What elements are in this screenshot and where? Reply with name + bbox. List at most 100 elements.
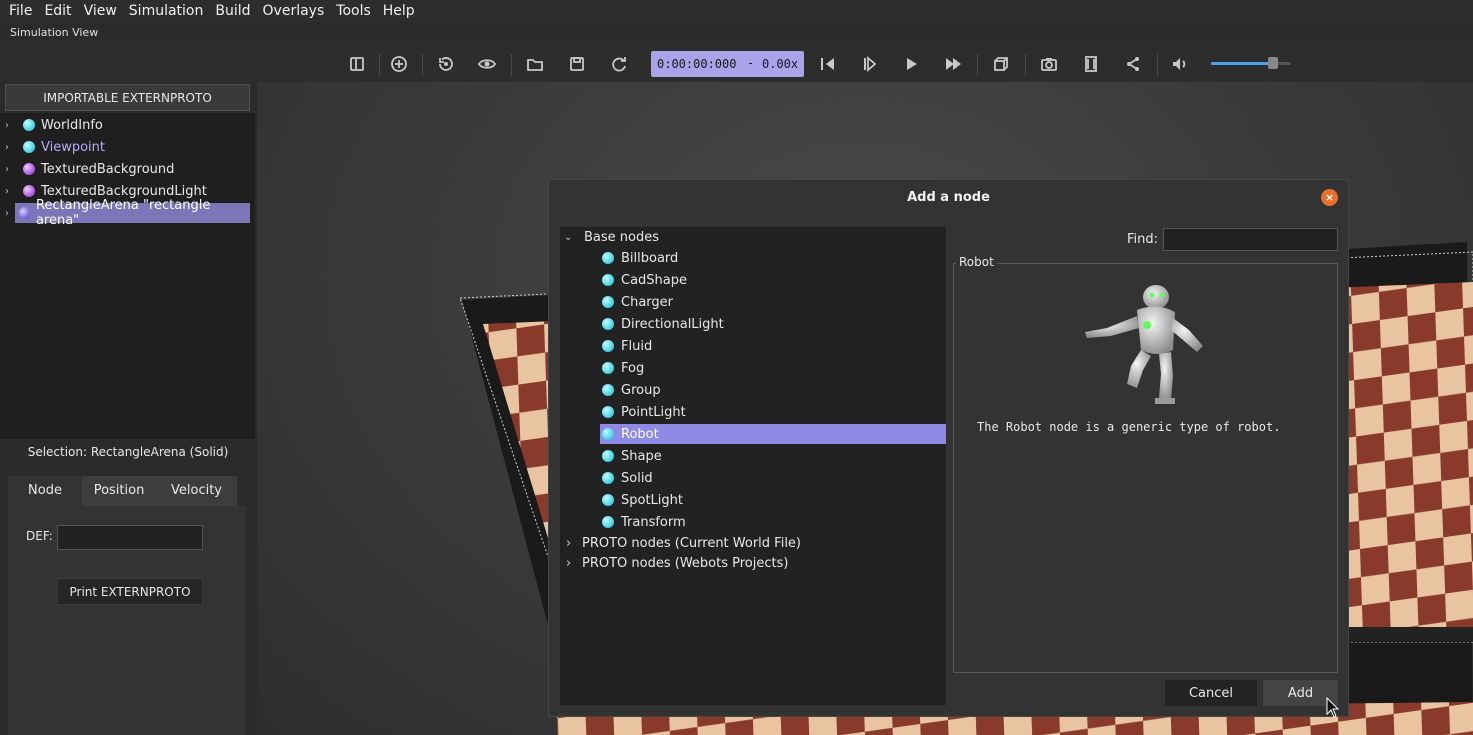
tree-item[interactable]: Billboard [600, 248, 946, 268]
dialog-title: Add a node [907, 190, 990, 205]
node-type-icon [602, 318, 614, 330]
tree-item[interactable]: Solid [600, 468, 946, 488]
menu-tools[interactable]: Tools [330, 0, 377, 22]
chevron-right-icon[interactable]: › [5, 208, 15, 219]
def-input[interactable] [57, 525, 203, 550]
chevron-right-icon[interactable]: › [5, 186, 15, 197]
time-separator: - [747, 56, 755, 70]
tree-item-label: CadShape [621, 272, 688, 288]
toolbar-separator [422, 54, 423, 76]
cancel-button[interactable]: Cancel [1165, 680, 1257, 706]
open-folder-icon[interactable] [524, 53, 546, 75]
volume-slider[interactable] [1211, 57, 1291, 69]
camera-icon[interactable] [1038, 53, 1060, 75]
add-node-icon[interactable] [388, 53, 410, 75]
fast-forward-icon[interactable] [942, 53, 964, 75]
menu-help[interactable]: Help [377, 0, 421, 22]
tree-item-label: Billboard [621, 250, 679, 266]
save-icon[interactable] [566, 53, 588, 75]
scene-tree-item[interactable]: › Viewpoint [0, 137, 105, 157]
tab-node[interactable]: Node [8, 476, 82, 506]
chevron-right-icon[interactable]: › [566, 556, 580, 571]
tree-item-proto-current[interactable]: › PROTO nodes (Current World File) [560, 533, 946, 553]
toolbar-separator [977, 54, 978, 76]
violet-node-icon [18, 207, 30, 219]
scene-tree-label: WorldInfo [41, 117, 103, 133]
simulation-speed: 0.00x [762, 57, 799, 71]
menu-simulation[interactable]: Simulation [123, 0, 210, 22]
toolbar-separator [511, 54, 512, 76]
tree-item[interactable]: PointLight [600, 402, 946, 422]
tree-item-label: PointLight [621, 404, 686, 420]
node-type-icon [602, 406, 614, 418]
chevron-right-icon[interactable]: › [566, 536, 580, 551]
chevron-right-icon[interactable]: › [5, 120, 15, 131]
tree-item-label: Fog [621, 360, 645, 376]
menu-overlays[interactable]: Overlays [257, 0, 331, 22]
tree-item-label: SpotLight [621, 492, 683, 508]
volume-icon[interactable] [1169, 53, 1191, 75]
print-externproto-button[interactable]: Print EXTERNPROTO [57, 578, 203, 605]
scene-tree-item[interactable]: › WorldInfo [0, 115, 103, 135]
tree-item-label: PROTO nodes (Current World File) [582, 535, 802, 551]
node-type-icon [602, 472, 614, 484]
find-input[interactable] [1163, 228, 1338, 251]
left-panel: IMPORTABLE EXTERNPROTO › WorldInfo › Viewp… [0, 82, 256, 735]
close-icon[interactable]: × [1321, 189, 1338, 206]
window-subtitle: Simulation View [10, 26, 99, 39]
scene-tree-item[interactable]: › TexturedBackground [0, 159, 174, 179]
node-type-icon [602, 296, 614, 308]
node-type-icon [602, 340, 614, 352]
play-icon[interactable] [900, 53, 922, 75]
volume-slider-handle[interactable] [1268, 57, 1279, 69]
tab-position[interactable]: Position [82, 476, 156, 506]
reload-icon[interactable] [608, 53, 630, 75]
menu-file[interactable]: File [3, 0, 38, 22]
tree-item[interactable]: CadShape [600, 270, 946, 290]
node-type-icon [602, 516, 614, 528]
toolbar-separator [379, 54, 380, 76]
robot-preview-image [1085, 285, 1203, 404]
tab-velocity[interactable]: Velocity [156, 476, 237, 506]
mouse-cursor-icon [1326, 697, 1340, 718]
tree-item[interactable]: Transform [600, 512, 946, 532]
scene-tree-label: TexturedBackgroundLight [41, 183, 207, 199]
tree-item[interactable]: Fluid [600, 336, 946, 356]
tree-item[interactable]: Fog [600, 358, 946, 378]
share-icon[interactable] [1122, 53, 1144, 75]
tree-item[interactable]: Group [600, 380, 946, 400]
menu-edit[interactable]: Edit [38, 0, 77, 22]
scene-tree-label: Viewpoint [41, 139, 106, 155]
menu-view[interactable]: View [78, 0, 123, 22]
node-description: The Robot node is a generic type of robo… [977, 420, 1281, 434]
tree-item-label: Shape [621, 448, 662, 464]
menu-build[interactable]: Build [209, 0, 256, 22]
rendering-mode-icon[interactable] [990, 53, 1012, 75]
tree-item-label: Robot [621, 426, 659, 442]
tree-item-proto-webots[interactable]: › PROTO nodes (Webots Projects) [560, 553, 946, 573]
simulation-time-display: 0:00:00:000 - 0.00x [651, 51, 804, 77]
step-icon[interactable] [858, 53, 880, 75]
film-icon[interactable] [1080, 53, 1102, 75]
chevron-right-icon[interactable]: › [5, 164, 15, 175]
importable-externproto-button[interactable]: IMPORTABLE EXTERNPROTO [5, 84, 250, 111]
chevron-down-icon[interactable]: ⌄ [564, 232, 578, 243]
tree-item-label: Fluid [621, 338, 653, 354]
chevron-right-icon[interactable]: › [5, 142, 15, 153]
tree-item[interactable]: SpotLight [600, 490, 946, 510]
eye-icon[interactable] [476, 53, 498, 75]
reset-viewpoint-icon[interactable] [435, 53, 457, 75]
preview-title: Robot [956, 255, 997, 269]
scene-tree-item-selected[interactable]: › RectangleArena "rectangle arena" [0, 198, 250, 228]
node-type-icon [602, 494, 614, 506]
tree-item[interactable]: Charger [600, 292, 946, 312]
tree-item-selected[interactable]: Robot [600, 424, 946, 444]
tree-item-base-nodes[interactable]: ⌄ Base nodes [560, 227, 946, 247]
tree-item[interactable]: Shape [600, 446, 946, 466]
tree-item[interactable]: DirectionalLight [600, 314, 946, 334]
toolbar-separator [1025, 54, 1026, 76]
find-label: Find: [1127, 232, 1159, 247]
reset-simulation-icon[interactable] [816, 53, 838, 75]
hide-scene-tree-icon[interactable] [346, 53, 368, 75]
cyan-node-icon [23, 141, 35, 153]
